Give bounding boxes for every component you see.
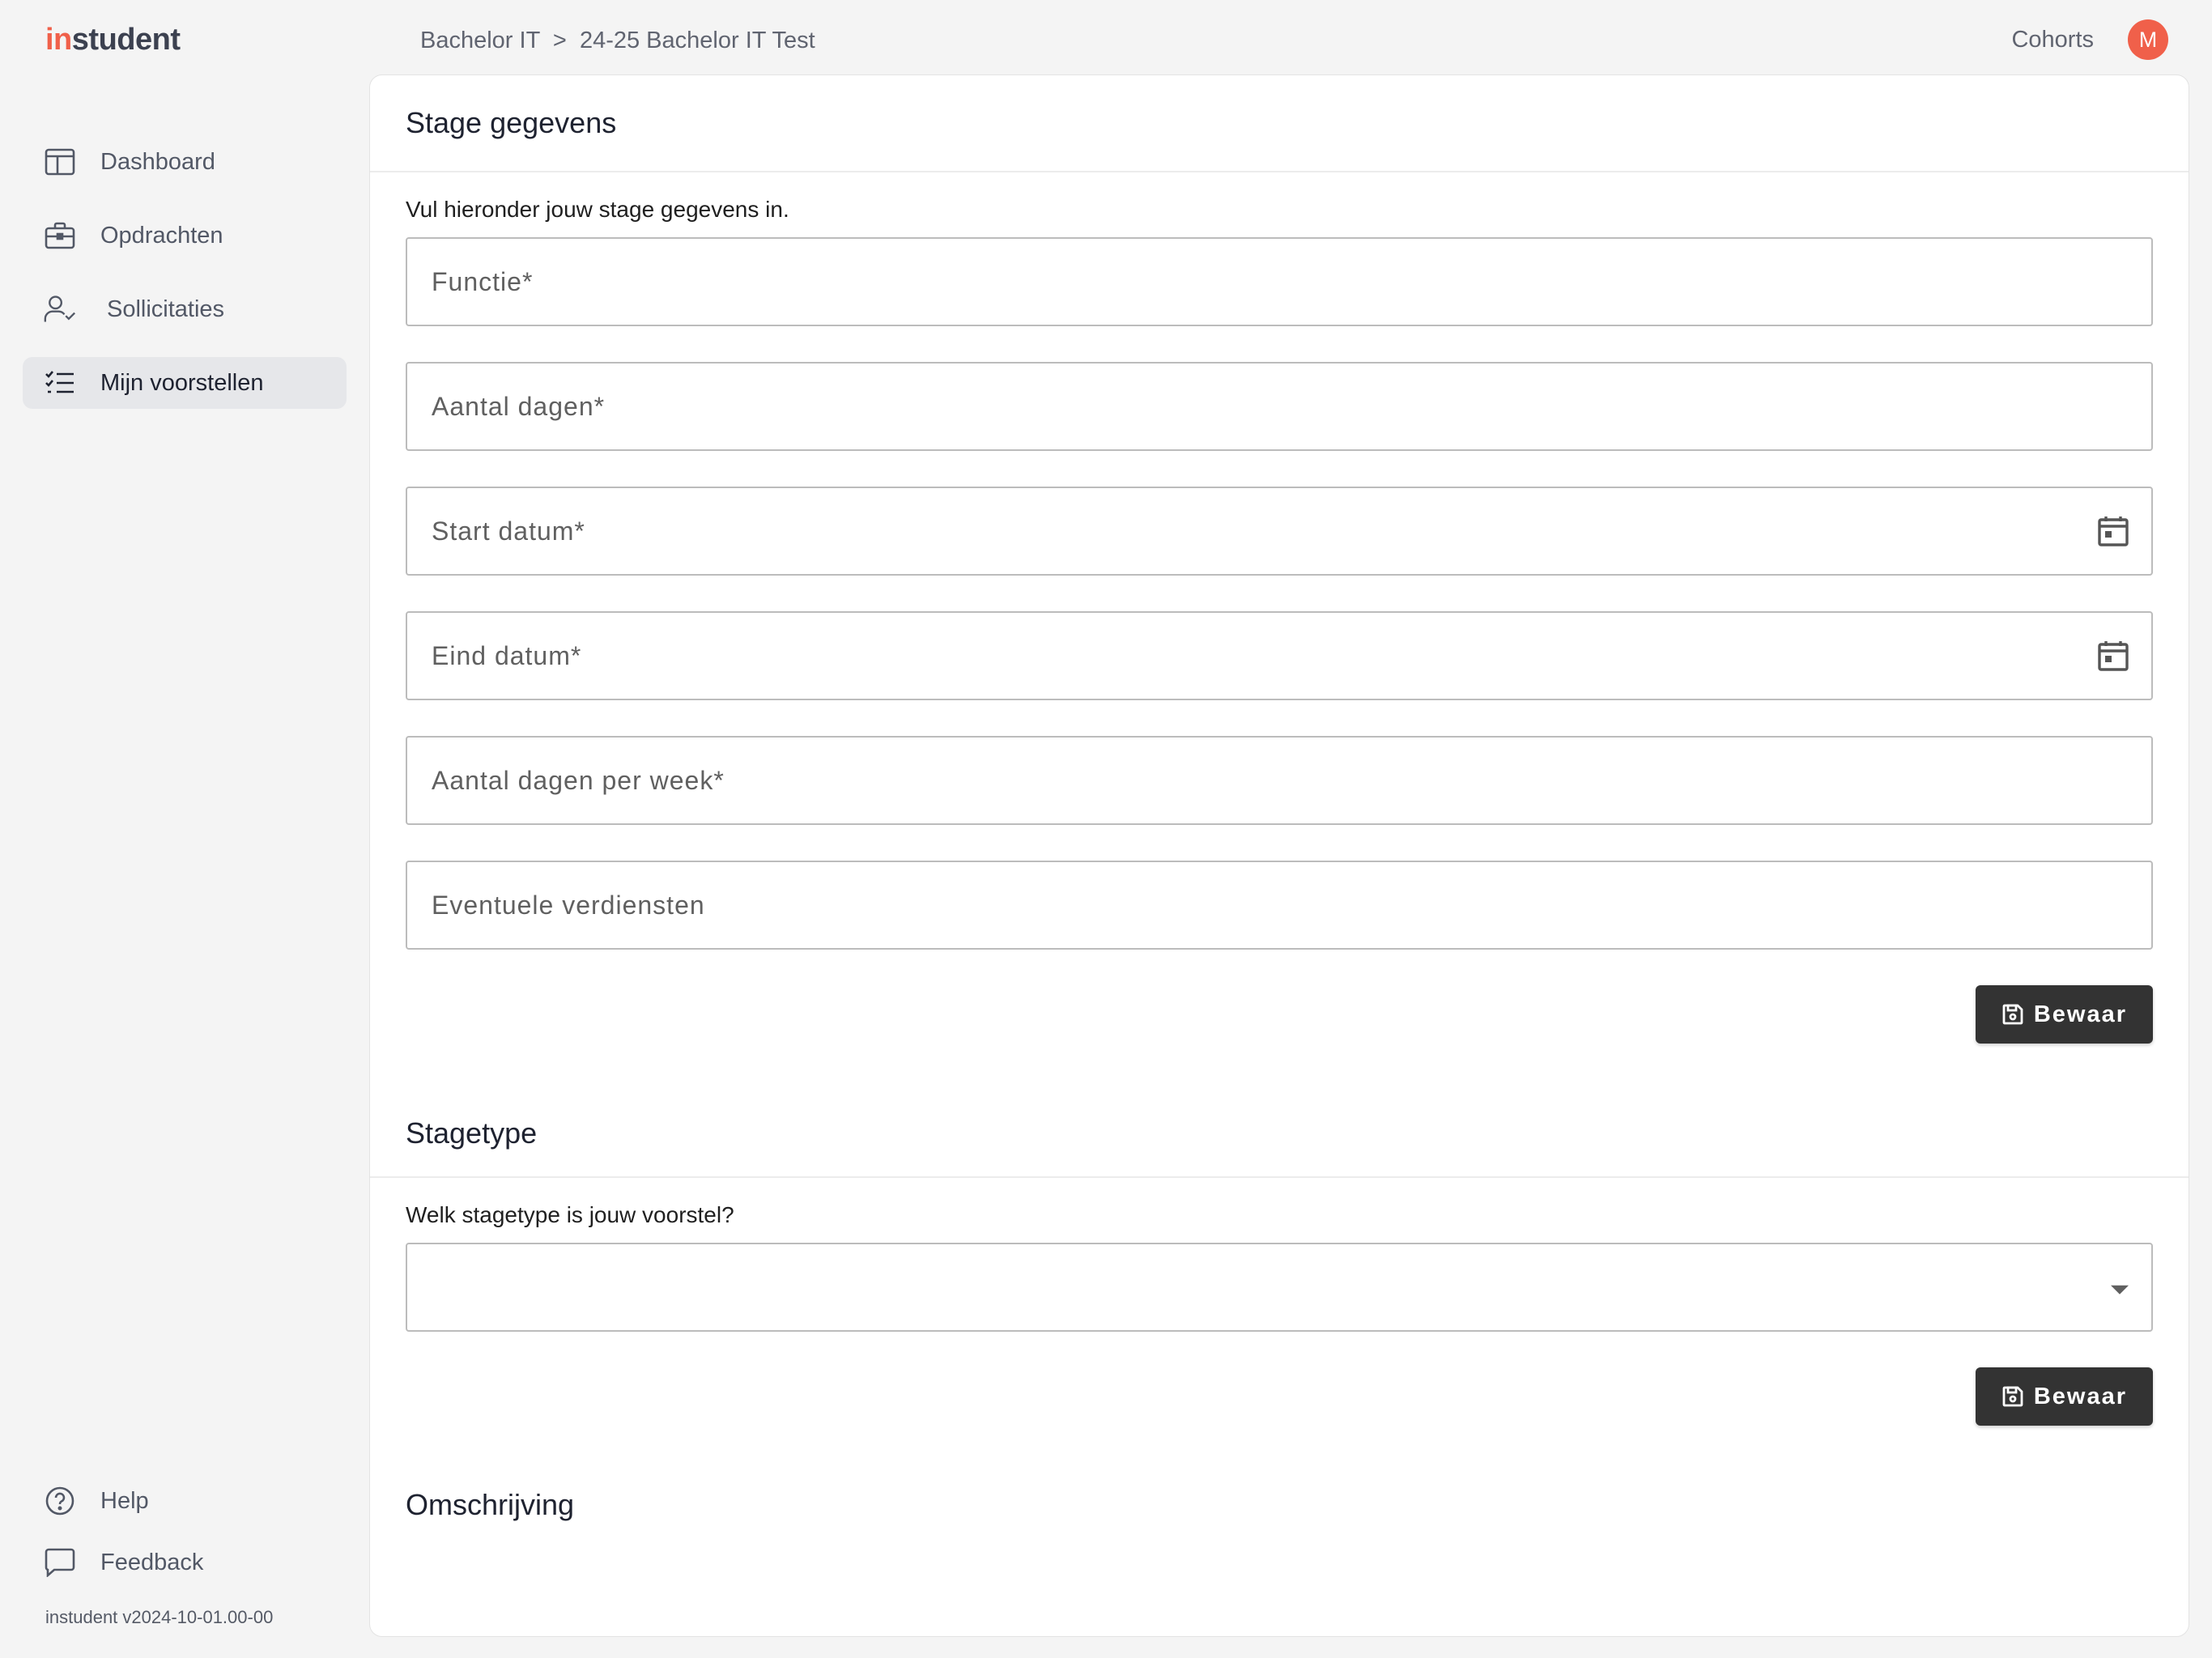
sidebar-item-label: Mijn voorstellen [100, 369, 264, 396]
breadcrumb: Bachelor IT > 24-25 Bachelor IT Test [420, 28, 815, 54]
sidebar-item-label: Dashboard [100, 148, 215, 175]
sidebar-item-opdrachten[interactable]: Opdrachten [23, 210, 347, 261]
user-check-icon [44, 293, 76, 325]
button-row: Bewaar [406, 1367, 2153, 1426]
breadcrumb-separator: > [547, 28, 573, 53]
breadcrumb-separator-glyph: > [552, 28, 567, 53]
aantal-dagen-field[interactable]: Aantal dagen* [406, 362, 2153, 451]
field-label: Functie* [432, 266, 534, 296]
breadcrumb-item-cohort[interactable]: 24-25 Bachelor IT Test [580, 28, 815, 53]
section-hint: Welk stagetype is jouw voorstel? [406, 1202, 734, 1227]
sidebar-bottom-nav: Help Feedback [23, 1475, 347, 1598]
briefcase-icon [44, 219, 76, 252]
omschrijving-section: Omschrijving [370, 1466, 2189, 1544]
app-logo[interactable]: instudent [45, 23, 181, 57]
calendar-icon[interactable] [2096, 514, 2130, 548]
breadcrumb-item-program[interactable]: Bachelor IT [420, 28, 540, 53]
sidebar-item-label: Feedback [100, 1549, 204, 1575]
sidebar-item-mijn-voorstellen[interactable]: Mijn voorstellen [23, 357, 347, 409]
stage-gegevens-section: Stage gegevens Vul hieronder jouw stage … [370, 75, 2189, 1044]
save-icon [2002, 1386, 2023, 1407]
functie-field[interactable]: Functie* [406, 237, 2153, 326]
stagetype-section: Stagetype Welk stagetype is jouw voorste… [370, 1090, 2189, 1426]
sidebar-item-dashboard[interactable]: Dashboard [23, 136, 347, 188]
user-avatar[interactable]: M [2128, 19, 2168, 60]
save-stagetype-button[interactable]: Bewaar [1975, 1367, 2153, 1426]
section-title: Stage gegevens [370, 75, 2189, 172]
save-icon [2002, 1004, 2023, 1025]
cohorts-link[interactable]: Cohorts [2011, 27, 2094, 53]
message-icon [44, 1546, 76, 1579]
field-label: Eind datum* [432, 640, 582, 670]
sidebar-item-sollicitaties[interactable]: Sollicitaties [23, 283, 347, 335]
dagen-per-week-field[interactable]: Aantal dagen per week* [406, 736, 2153, 825]
chevron-down-icon [2111, 1285, 2129, 1295]
field-label: Start datum* [432, 516, 585, 546]
logo-part-student: student [71, 23, 181, 57]
sidebar-item-label: Help [100, 1487, 149, 1514]
logo-part-in: in [45, 23, 72, 57]
button-label: Bewaar [2033, 1001, 2127, 1027]
help-icon [44, 1485, 76, 1517]
field-label: Aantal dagen per week* [432, 765, 725, 795]
verdiensten-field[interactable]: Eventuele verdiensten [406, 861, 2153, 950]
main-panel: Stage gegevens Vul hieronder jouw stage … [369, 74, 2189, 1637]
button-label: Bewaar [2033, 1383, 2127, 1409]
sidebar-item-label: Sollicitaties [107, 295, 225, 322]
sidebar-item-label: Opdrachten [100, 222, 223, 249]
header-actions: Cohorts M [2011, 19, 2168, 60]
section-title: Stagetype [370, 1090, 2189, 1178]
save-stage-gegevens-button[interactable]: Bewaar [1975, 985, 2153, 1044]
sidebar-nav: Dashboard Opdrachten Sollicitaties Mijn … [23, 136, 347, 431]
stagetype-select[interactable] [406, 1243, 2153, 1332]
app-version: instudent v2024-10-01.00-00 [45, 1607, 274, 1627]
section-title: Omschrijving [406, 1488, 575, 1521]
eind-datum-field[interactable]: Eind datum* [406, 611, 2153, 700]
sidebar-item-help[interactable]: Help [23, 1475, 347, 1527]
checklist-icon [44, 367, 76, 399]
sidebar-item-feedback[interactable]: Feedback [23, 1537, 347, 1588]
button-row: Bewaar [406, 985, 2153, 1044]
section-hint: Vul hieronder jouw stage gegevens in. [406, 197, 789, 222]
field-label: Aantal dagen* [432, 391, 606, 421]
field-label: Eventuele verdiensten [432, 890, 705, 920]
dashboard-icon [44, 146, 76, 178]
start-datum-field[interactable]: Start datum* [406, 487, 2153, 576]
calendar-icon[interactable] [2096, 639, 2130, 673]
